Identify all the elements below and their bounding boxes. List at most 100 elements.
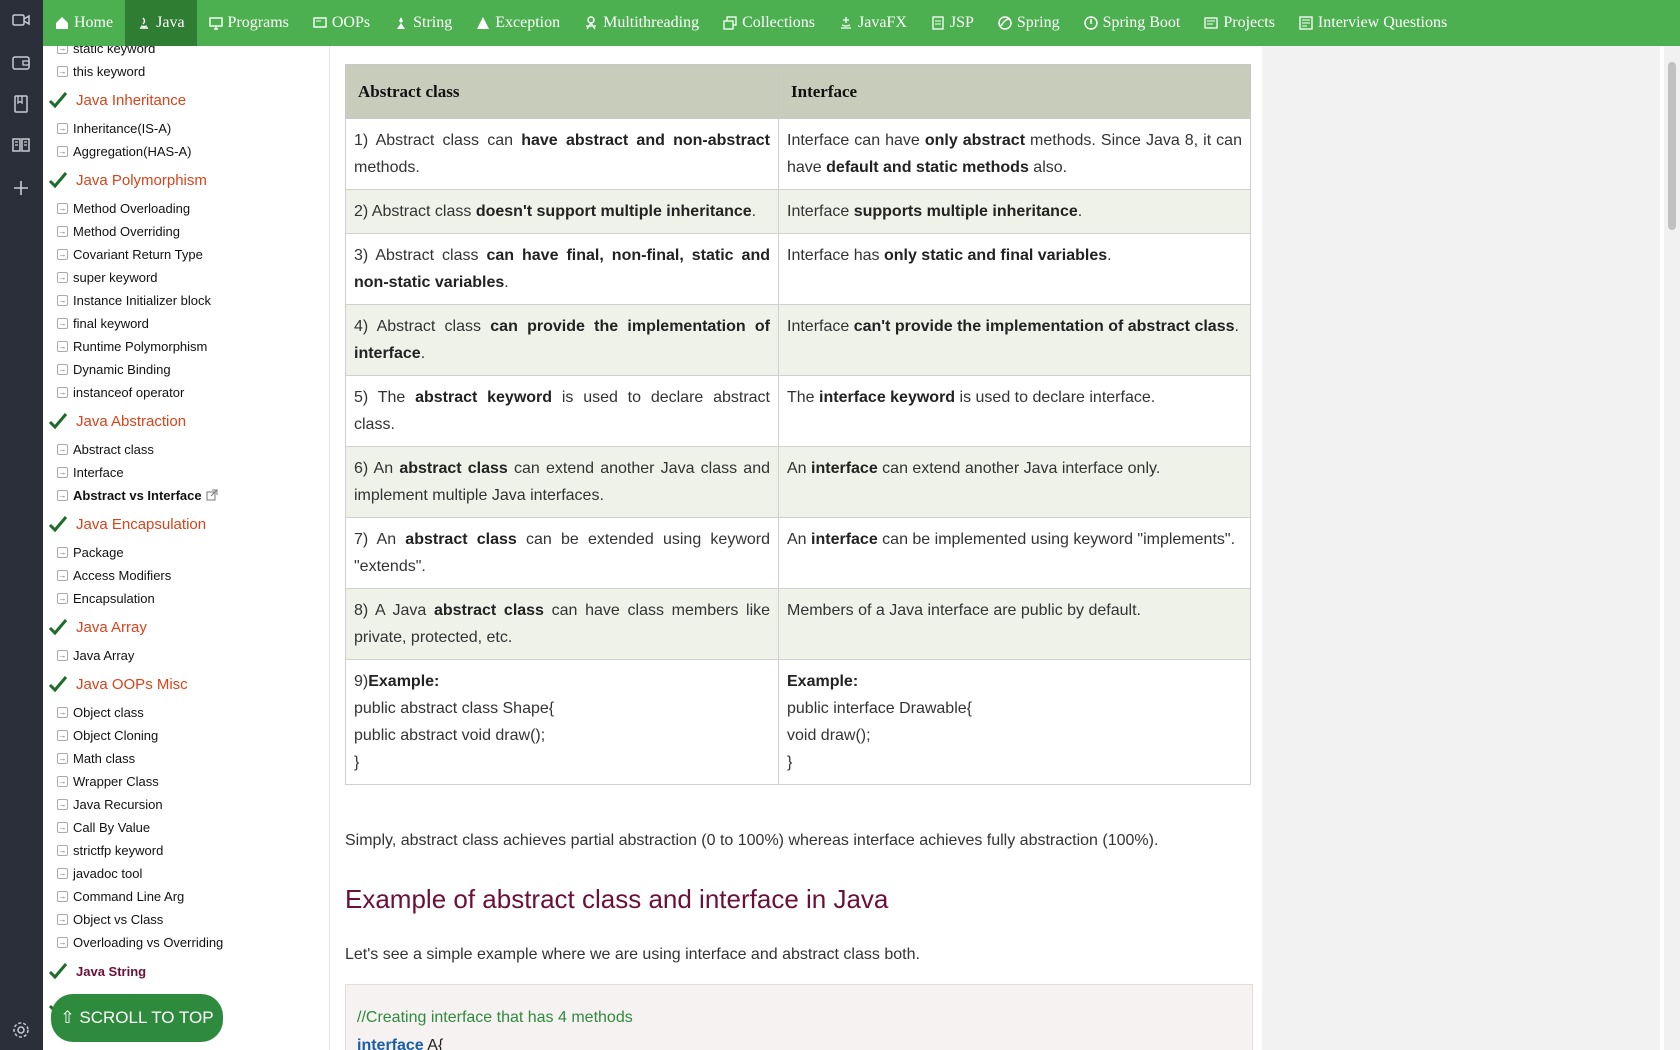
exception-icon (476, 16, 490, 30)
sidebar-link-abstract-vs-interface[interactable]: → Abstract vs Interface (43, 485, 329, 505)
sidebar-link-call-by-value[interactable]: → Call By Value (43, 817, 329, 837)
sidebar-link-label: Object vs Class (73, 911, 164, 927)
arrow-right-icon: → (57, 592, 68, 604)
sidebar-link-object-vs-class[interactable]: → Object vs Class (43, 909, 329, 929)
nav-item-programs[interactable]: Programs (197, 0, 301, 46)
sidebar-link-runtime-polymorphism[interactable]: → Runtime Polymorphism (43, 336, 329, 356)
sidebar-link-math-class[interactable]: → Math class (43, 748, 329, 768)
sidebar-section-java-encapsulation[interactable]: Java Encapsulation (43, 512, 329, 536)
sidebar-link-encapsulation[interactable]: → Encapsulation (43, 588, 329, 608)
cell-text: can extend another Java interface only. (877, 460, 1161, 477)
arrow-right-icon: → (57, 340, 68, 352)
wallet-icon[interactable] (11, 53, 31, 73)
sidebar-link-instance-initializer-block[interactable]: → Instance Initializer block (43, 290, 329, 310)
sidebar-link-final-keyword[interactable]: → final keyword (43, 313, 329, 333)
nav-item-spring-boot[interactable]: Spring Boot (1072, 0, 1193, 46)
cell-bold-text: doesn't support multiple inheritance (475, 203, 752, 220)
nav-item-oops[interactable]: OOPs (301, 0, 382, 46)
nav-item-exception[interactable]: Exception (464, 0, 572, 46)
sidebar-section-java-inheritance[interactable]: Java Inheritance (43, 88, 329, 112)
sidebar-link-method-overloading[interactable]: → Method Overloading (43, 198, 329, 218)
table-row: 8) A Java abstract class can have class … (345, 588, 1251, 660)
add-icon[interactable] (11, 178, 31, 198)
sidebar-link-object-class[interactable]: → Object class (43, 702, 329, 722)
cell-text: The (787, 389, 820, 406)
table-row: 6) An abstract class can extend another … (345, 446, 1251, 518)
sidebar-section-java-polymorphism[interactable]: Java Polymorphism (43, 168, 329, 192)
header-interface: Interface (778, 64, 1251, 119)
sidebar-section-java-string[interactable]: Java String (43, 959, 329, 983)
cell-abstract-class: 1) Abstract class can have abstract and … (345, 118, 779, 190)
sidebar-link-javadoc-tool[interactable]: → javadoc tool (43, 863, 329, 883)
sidebar-link-super-keyword[interactable]: → super keyword (43, 267, 329, 287)
settings-gear-icon[interactable] (11, 1020, 31, 1040)
page-scrollbar[interactable] (1664, 46, 1680, 1050)
example-heading: 9)Example: (354, 668, 770, 695)
scroll-to-top-button[interactable]: ⇧ SCROLL TO TOP (51, 994, 223, 1042)
scrollbar-thumb[interactable] (1668, 62, 1676, 230)
cell-text: . (1234, 318, 1239, 335)
sidebar-link-covariant-return-type[interactable]: → Covariant Return Type (43, 244, 329, 264)
sidebar-link-interface[interactable]: → Interface (43, 462, 329, 482)
nav-item-javafx[interactable]: JavaFX (827, 0, 919, 46)
sidebar-link-label: Covariant Return Type (73, 246, 203, 262)
sidebar-link-method-overriding[interactable]: → Method Overriding (43, 221, 329, 241)
sidebar-link-java-recursion[interactable]: → Java Recursion (43, 794, 329, 814)
arrow-right-icon: → (57, 890, 68, 902)
sidebar-link-label: static keyword (73, 46, 156, 56)
cell-text: 2) Abstract class (354, 203, 476, 220)
nav-item-label: OOPs (331, 14, 371, 31)
arrow-right-icon: → (57, 46, 68, 54)
sidebar-link-instanceof-operator[interactable]: → instanceof operator (43, 382, 329, 402)
sidebar-link-command-line-arg[interactable]: → Command Line Arg (43, 886, 329, 906)
sidebar-link-package[interactable]: → Package (43, 542, 329, 562)
sidebar-link-strictfp-keyword[interactable]: → strictfp keyword (43, 840, 329, 860)
arrow-right-icon: → (57, 386, 68, 398)
arrow-right-icon: → (57, 706, 68, 718)
cell-interface: Interface can't provide the implementati… (778, 304, 1251, 376)
reading-list-icon[interactable] (11, 135, 31, 155)
cell-text: An (787, 460, 812, 477)
cell-abstract-class: 5) The abstract keyword is used to decla… (345, 375, 779, 447)
sidebar-link-dynamic-binding[interactable]: → Dynamic Binding (43, 359, 329, 379)
programs-icon (208, 16, 223, 30)
checkmark-icon (48, 90, 68, 110)
nav-item-string[interactable]: String (382, 0, 464, 46)
arrow-right-icon: → (57, 546, 68, 558)
nav-item-projects[interactable]: Projects (1192, 0, 1287, 46)
sidebar-link-aggregation-has-a-[interactable]: → Aggregation(HAS-A) (43, 141, 329, 161)
nav-item-spring[interactable]: Spring (986, 0, 1072, 46)
video-icon[interactable] (11, 10, 31, 30)
sidebar-link-wrapper-class[interactable]: → Wrapper Class (43, 771, 329, 791)
spring-icon (998, 16, 1012, 30)
sidebar-link-object-cloning[interactable]: → Object Cloning (43, 725, 329, 745)
sidebar-section-java-oops-misc[interactable]: Java OOPs Misc (43, 672, 329, 696)
sidebar-link-java-array[interactable]: → Java Array (43, 645, 329, 665)
nav-item-java[interactable]: Java (125, 0, 197, 46)
sidebar-link-inheritance-is-a-[interactable]: → Inheritance(IS-A) (43, 118, 329, 138)
bookmark-icon[interactable] (11, 94, 31, 114)
sidebar-section-java-abstraction[interactable]: Java Abstraction (43, 409, 329, 433)
nav-item-collections[interactable]: Collections (711, 0, 827, 46)
cell-text: 3) Abstract class (354, 247, 487, 264)
comparison-table: Abstract class Interface 1) Abstract cla… (345, 64, 1251, 785)
sidebar-link-abstract-class[interactable]: → Abstract class (43, 439, 329, 459)
code-line: interface A{ (357, 1037, 443, 1050)
section-heading: Example of abstract class and interface … (345, 884, 889, 914)
checkmark-icon (48, 617, 68, 637)
sidebar-link-label: Math class (73, 750, 136, 766)
nav-item-multithreading[interactable]: Multithreading (572, 0, 711, 46)
jsp-icon (931, 16, 945, 30)
arrow-right-icon: → (57, 202, 68, 214)
example-heading: Example: (787, 668, 1242, 695)
sidebar-link-access-modifiers[interactable]: → Access Modifiers (43, 565, 329, 585)
nav-item-home[interactable]: Home (43, 0, 125, 46)
sidebar-section-java-array[interactable]: Java Array (43, 615, 329, 639)
sidebar-link-static-keyword[interactable]: → static keyword (43, 46, 329, 58)
arrow-right-icon: → (57, 489, 68, 501)
nav-item-interview-questions[interactable]: Interview Questions (1287, 0, 1459, 46)
sidebar-section-label: Java Array (76, 618, 147, 636)
sidebar-link-overloading-vs-overriding[interactable]: → Overloading vs Overriding (43, 932, 329, 952)
sidebar-link-this-keyword[interactable]: → this keyword (43, 61, 329, 81)
nav-item-jsp[interactable]: JSP (919, 0, 986, 46)
